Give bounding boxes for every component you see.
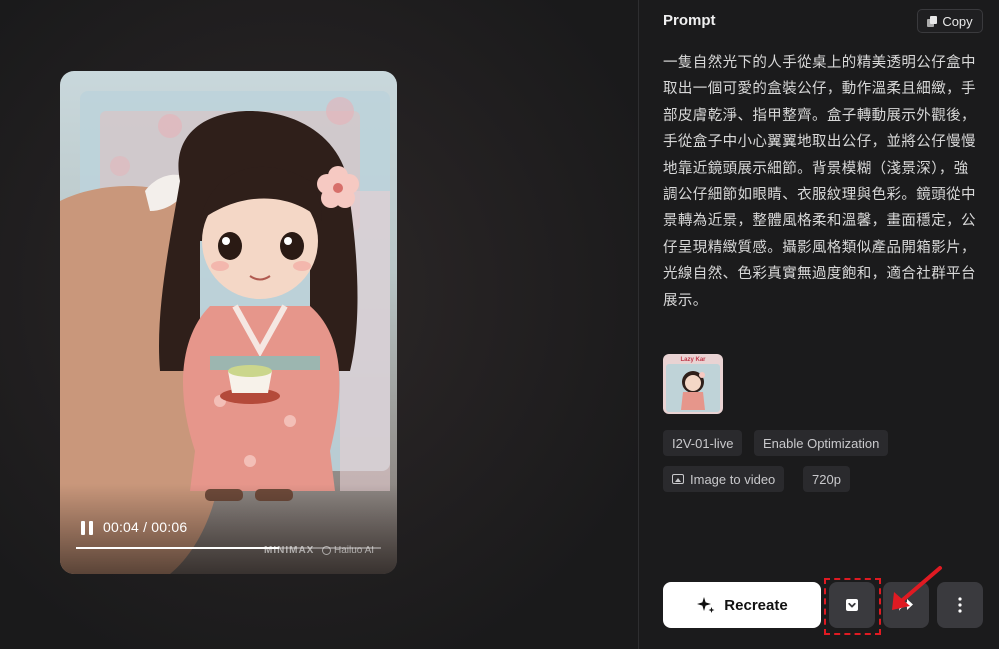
- pause-icon[interactable]: [80, 521, 94, 535]
- watermark-hailuo-label: Hailuo AI: [334, 545, 375, 556]
- recreate-button[interactable]: Recreate: [663, 582, 821, 628]
- thumbnail-label: Lazy Kar: [680, 357, 706, 363]
- recreate-label: Recreate: [724, 596, 788, 614]
- hailuo-logo-icon: [322, 546, 331, 555]
- optimization-tag-label: Enable Optimization: [763, 435, 880, 451]
- reference-image-thumbnail[interactable]: Lazy Kar: [663, 354, 723, 414]
- panel-divider: [638, 0, 639, 649]
- mode-tag-label: Image to video: [690, 471, 776, 487]
- watermark-minimax: MINIMAX: [264, 545, 315, 556]
- time-display: 00:04 / 00:06: [103, 519, 188, 535]
- thumbnail-image: [666, 364, 720, 412]
- mode-tag: Image to video: [663, 466, 785, 492]
- copy-icon: [927, 15, 938, 27]
- image-icon: [672, 474, 684, 484]
- model-tag: I2V-01-live: [663, 430, 743, 456]
- resolution-tag-label: 720p: [812, 471, 841, 487]
- model-tag-label: I2V-01-live: [672, 435, 734, 451]
- highlight-box: [824, 578, 881, 635]
- sparkle-icon: [697, 597, 715, 613]
- optimization-tag: Enable Optimization: [754, 430, 889, 456]
- video-player[interactable]: 00:04 / 00:06 MINIMAX Hailuo AI: [60, 71, 397, 574]
- more-vertical-icon: [958, 597, 962, 613]
- copy-button[interactable]: Copy: [917, 9, 983, 33]
- prompt-title: Prompt: [663, 12, 716, 29]
- prompt-text: 一隻自然光下的人手從桌上的精美透明公仔盒中取出一個可愛的盒裝公仔，動作溫柔且細緻…: [663, 55, 976, 309]
- resolution-tag: 720p: [803, 466, 850, 492]
- annotation-arrow-icon: [892, 566, 942, 610]
- copy-label: Copy: [942, 13, 973, 29]
- progress-fill: [76, 547, 280, 549]
- watermark-hailuo: Hailuo AI: [322, 545, 374, 556]
